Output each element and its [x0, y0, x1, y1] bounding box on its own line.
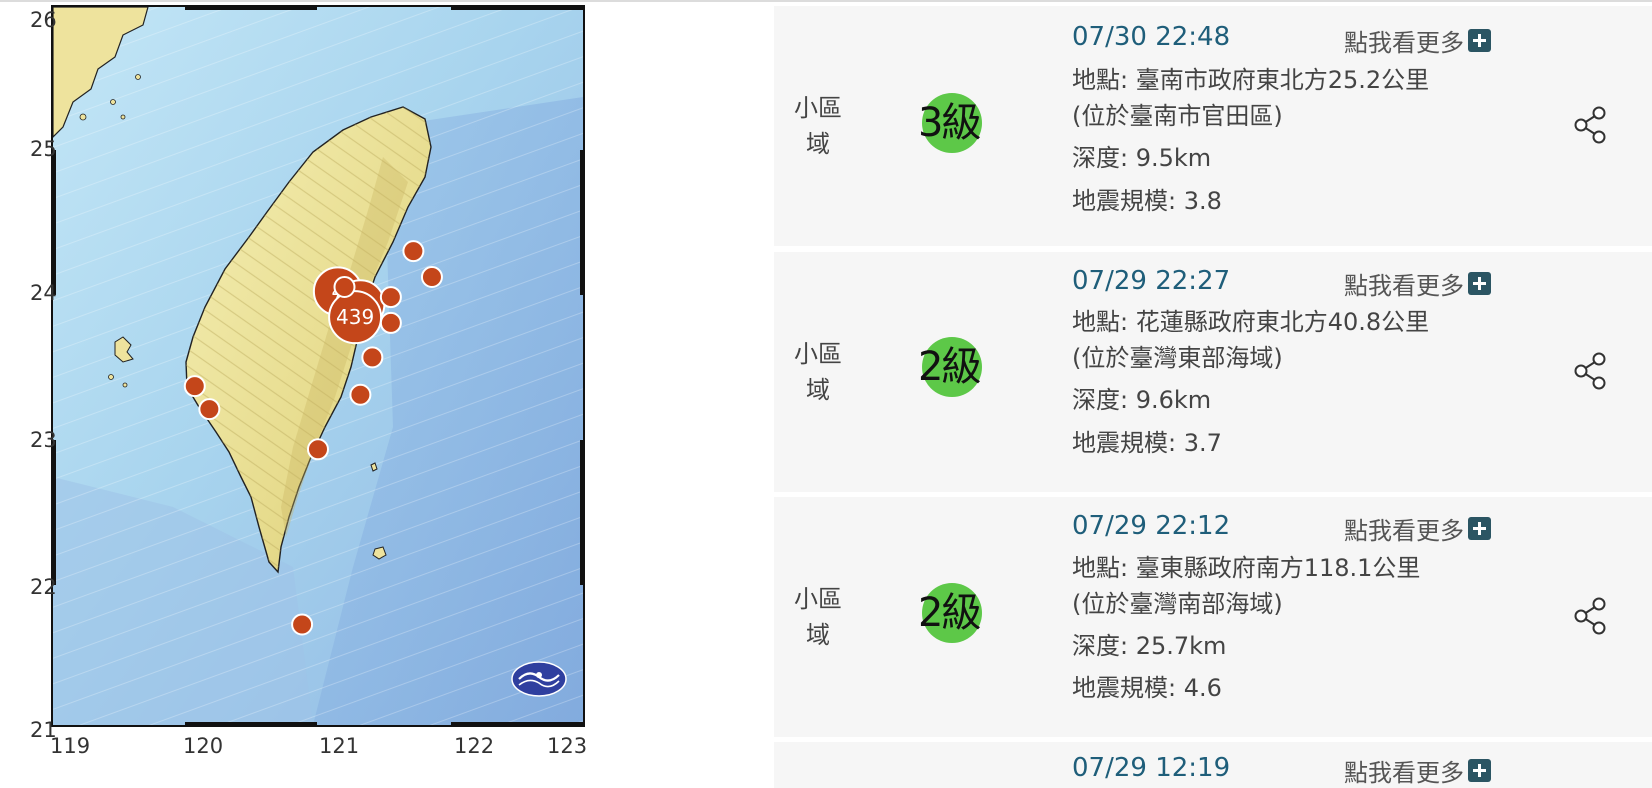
map-border-segment — [451, 722, 583, 727]
lon-label: 121 — [319, 734, 360, 758]
quake-magnitude: 地震規模: 3.7 — [1072, 429, 1222, 457]
quake-marker[interactable] — [379, 311, 402, 334]
coastal-islet — [79, 113, 87, 121]
cwb-logo — [511, 661, 567, 697]
map-border-segment — [51, 150, 56, 295]
quake-location-sub: (位於臺灣東部海域) — [1072, 344, 1283, 372]
quake-depth: 深度: 9.6km — [1072, 386, 1212, 414]
penghu-islet — [122, 382, 128, 388]
map-border-segment — [580, 440, 585, 585]
more-link-label[interactable]: 點我看更多 — [1344, 266, 1464, 301]
quake-marker[interactable] — [379, 286, 402, 309]
plus-icon[interactable] — [1468, 517, 1491, 540]
more-link[interactable]: 點我看更多 — [1344, 753, 1491, 788]
coastal-islet — [135, 74, 141, 80]
area-label: 小區域 — [794, 340, 842, 404]
lat-label: 22 — [30, 575, 57, 599]
intensity-badge: 2級 — [918, 337, 982, 397]
more-link[interactable]: 點我看更多 — [1344, 266, 1491, 301]
penghu-islet — [108, 374, 114, 380]
quake-magnitude: 地震規模: 4.6 — [1072, 674, 1222, 702]
intensity-level: 2級 — [918, 590, 981, 636]
plus-icon[interactable] — [1468, 759, 1491, 782]
map-border-segment — [185, 722, 317, 727]
more-link-label[interactable]: 點我看更多 — [1344, 23, 1464, 58]
more-link[interactable]: 點我看更多 — [1344, 511, 1491, 546]
more-link-label[interactable]: 點我看更多 — [1344, 511, 1464, 546]
quake-depth: 深度: 25.7km — [1072, 632, 1227, 660]
quake-card[interactable]: 小區域 3級 07/30 22:48 點我看更多 地點: 臺南市政府東北方25.… — [774, 6, 1652, 246]
quake-cluster-marker[interactable]: 439 — [328, 290, 383, 345]
quake-marker[interactable] — [402, 240, 425, 263]
more-link-label[interactable]: 點我看更多 — [1344, 753, 1464, 788]
lon-label: 123 — [547, 734, 588, 758]
quake-marker[interactable] — [361, 346, 384, 369]
lon-label: 122 — [454, 734, 495, 758]
plus-icon[interactable] — [1468, 272, 1491, 295]
quake-time: 07/29 22:27 — [1072, 266, 1231, 296]
lon-label: 119 — [50, 734, 91, 758]
area-label: 小區域 — [794, 94, 842, 158]
lat-label: 26 — [30, 8, 57, 32]
quake-location-sub: (位於臺南市官田區) — [1072, 102, 1283, 130]
earthquake-list: 小區域 3級 07/30 22:48 點我看更多 地點: 臺南市政府東北方25.… — [774, 0, 1652, 788]
map-border-segment — [580, 150, 585, 295]
quake-marker[interactable] — [198, 398, 221, 421]
lat-label: 25 — [30, 137, 57, 161]
map-border-segment — [451, 5, 583, 10]
marker-circle[interactable] — [361, 346, 384, 369]
quake-marker[interactable] — [307, 438, 329, 461]
quake-card[interactable]: 07/29 12:19 點我看更多 — [774, 742, 1652, 788]
intensity-badge: 2級 — [918, 583, 982, 643]
share-icon[interactable] — [1572, 352, 1608, 390]
quake-depth: 深度: 9.5km — [1072, 144, 1212, 172]
quake-marker[interactable] — [420, 265, 443, 288]
quake-location: 地點: 臺東縣政府南方118.1公里 — [1072, 554, 1421, 582]
plus-icon[interactable] — [1468, 29, 1491, 52]
marker-circle[interactable] — [420, 265, 443, 288]
marker-circle[interactable] — [198, 398, 221, 421]
quake-marker[interactable] — [291, 613, 314, 636]
marker-circle[interactable] — [349, 383, 372, 406]
quake-location-sub: (位於臺灣南部海域) — [1072, 590, 1283, 618]
intensity-badge: 3級 — [918, 93, 982, 153]
marker-circle[interactable] — [379, 311, 402, 334]
marker-circle[interactable] — [333, 276, 356, 299]
quake-card[interactable]: 小區域 2級 07/29 22:12 點我看更多 地點: 臺東縣政府南方118.… — [774, 497, 1652, 737]
quake-magnitude: 地震規模: 3.8 — [1072, 187, 1222, 215]
marker-circle[interactable] — [402, 240, 425, 263]
quake-location: 地點: 臺南市政府東北方25.2公里 — [1072, 66, 1430, 94]
quake-marker[interactable] — [349, 383, 372, 406]
quake-time: 07/29 22:12 — [1072, 511, 1231, 541]
lat-label: 24 — [30, 281, 57, 305]
marker-circle[interactable] — [291, 613, 314, 636]
map-canvas[interactable]: 43439 — [53, 7, 583, 725]
quake-time: 07/29 12:19 — [1072, 753, 1231, 783]
map-frame[interactable]: 43439 — [51, 5, 585, 727]
lon-label: 120 — [183, 734, 224, 758]
more-link[interactable]: 點我看更多 — [1344, 23, 1491, 58]
area-label: 小區域 — [794, 585, 842, 649]
map-border-segment — [185, 5, 317, 10]
intensity-level: 3級 — [918, 100, 981, 146]
quake-marker[interactable] — [183, 375, 206, 398]
quake-time: 07/30 22:48 — [1072, 22, 1231, 52]
marker-circle[interactable] — [183, 375, 206, 398]
quake-location: 地點: 花蓮縣政府東北方40.8公里 — [1072, 308, 1430, 336]
marker-count-label: 439 — [336, 305, 374, 329]
share-icon[interactable] — [1572, 106, 1608, 144]
coastal-islet — [120, 114, 126, 120]
earthquake-map[interactable]: 43439 26 25 24 23 22 21 119 120 121 122 … — [0, 0, 600, 788]
map-border-segment — [51, 440, 56, 585]
quake-card[interactable]: 小區域 2級 07/29 22:27 點我看更多 地點: 花蓮縣政府東北方40.… — [774, 252, 1652, 492]
coastal-islet — [110, 99, 116, 105]
marker-circle[interactable] — [379, 286, 402, 309]
share-icon[interactable] — [1572, 597, 1608, 635]
intensity-level: 2級 — [918, 344, 981, 390]
quake-marker[interactable] — [333, 276, 356, 299]
marker-circle[interactable] — [307, 438, 329, 461]
lat-label: 23 — [30, 428, 57, 452]
